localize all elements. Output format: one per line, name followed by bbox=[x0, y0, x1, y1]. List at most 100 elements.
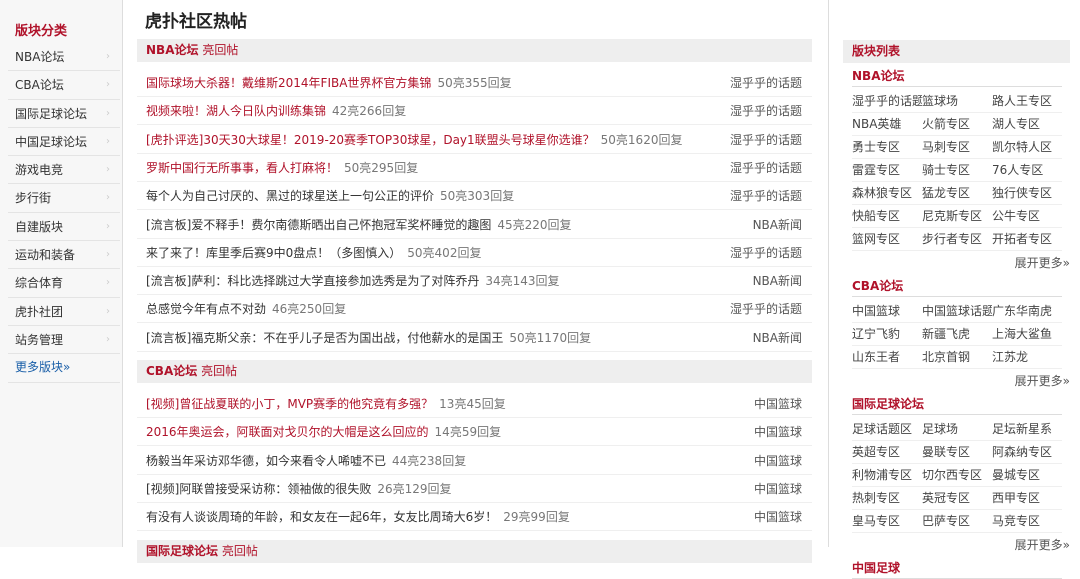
sidebar-item[interactable]: NBA论坛 › bbox=[8, 43, 120, 72]
board-link[interactable]: 湿乎乎的话题 bbox=[852, 90, 922, 112]
board-link[interactable]: 森林狼专区 bbox=[852, 182, 922, 204]
post-title-link[interactable]: 杨毅当年采访邓华德，如今来看令人唏嘘不已 bbox=[146, 454, 386, 468]
board-link[interactable]: 巴萨专区 bbox=[922, 510, 992, 532]
post-source-link[interactable]: 湿乎乎的话题 bbox=[730, 154, 802, 181]
post-title-link[interactable]: [视频]阿联曾接受采访称：领袖做的很失败 bbox=[146, 482, 371, 496]
board-link[interactable]: 独行侠专区 bbox=[992, 182, 1062, 204]
board-link[interactable]: 阿森纳专区 bbox=[992, 441, 1062, 463]
board-link[interactable]: 山东王者 bbox=[852, 346, 922, 368]
expand-more-link[interactable]: 展开更多» bbox=[1015, 536, 1070, 553]
board-link[interactable]: 路人王专区 bbox=[992, 90, 1062, 112]
post-title-link[interactable]: 视频来啦！湖人今日队内训练集锦 bbox=[146, 104, 326, 118]
forum-heading[interactable]: 中国足球 bbox=[852, 559, 1062, 579]
board-link[interactable]: 北京首钢 bbox=[922, 346, 992, 368]
post-source-link[interactable]: NBA新闻 bbox=[753, 211, 802, 238]
section-header[interactable]: NBA论坛 亮回帖 bbox=[137, 39, 812, 62]
board-link[interactable]: 公牛专区 bbox=[992, 205, 1062, 227]
board-link[interactable]: 马竞专区 bbox=[992, 510, 1062, 532]
board-link[interactable]: 曼联专区 bbox=[922, 441, 992, 463]
post-title-link[interactable]: [流言板]萨利：科比选择跳过大学直接参加选秀是为了对阵乔丹 bbox=[146, 274, 479, 288]
post-source-link[interactable]: 湿乎乎的话题 bbox=[730, 126, 802, 153]
board-link[interactable]: 中国篮球话题 bbox=[922, 300, 992, 322]
board-link[interactable]: NBA英雄 bbox=[852, 113, 922, 135]
board-link[interactable]: 尼克斯专区 bbox=[922, 205, 992, 227]
sidebar-item[interactable]: CBA论坛 › bbox=[8, 71, 120, 100]
section-forum-name[interactable]: 国际足球论坛 bbox=[146, 544, 218, 558]
board-link[interactable]: 足球话题区 bbox=[852, 418, 922, 440]
post-title-link[interactable]: 总感觉今年有点不对劲 bbox=[146, 302, 266, 316]
post-title-link[interactable]: 来了来了！库里季后赛9中0盘点！（多图慎入） bbox=[146, 246, 401, 260]
board-link[interactable]: 雷霆专区 bbox=[852, 159, 922, 181]
board-link[interactable]: 快船专区 bbox=[852, 205, 922, 227]
board-link[interactable]: 新疆飞虎 bbox=[922, 323, 992, 345]
board-link[interactable]: 利物浦专区 bbox=[852, 464, 922, 486]
post-source-link[interactable]: 湿乎乎的话题 bbox=[730, 295, 802, 322]
board-link[interactable]: 皇马专区 bbox=[852, 510, 922, 532]
post-source-link[interactable]: 湿乎乎的话题 bbox=[730, 239, 802, 266]
board-link[interactable]: 湖人专区 bbox=[992, 113, 1062, 135]
sidebar-item[interactable]: 站务管理 › bbox=[8, 326, 120, 355]
post-source-link[interactable]: 湿乎乎的话题 bbox=[730, 69, 802, 96]
more-boards-link[interactable]: 更多版块» bbox=[8, 354, 120, 383]
post-title-link[interactable]: [流言板]爱不释手！费尔南德斯晒出自己怀抱冠军奖杯睡觉的趣图 bbox=[146, 218, 491, 232]
sidebar-item[interactable]: 中国足球论坛 › bbox=[8, 128, 120, 157]
post-source-link[interactable]: 中国篮球 bbox=[754, 475, 802, 502]
sidebar-item[interactable]: 游戏电竞 › bbox=[8, 156, 120, 185]
post-title-link[interactable]: 有没有人谈谈周琦的年龄，和女友在一起6年，女友比周琦大6岁！ bbox=[146, 510, 497, 524]
section-forum-name[interactable]: CBA论坛 bbox=[146, 364, 197, 378]
board-link[interactable]: 广东华南虎 bbox=[992, 300, 1062, 322]
board-link[interactable]: 辽宁飞豹 bbox=[852, 323, 922, 345]
board-link[interactable]: 英超专区 bbox=[852, 441, 922, 463]
board-link[interactable]: 英冠专区 bbox=[922, 487, 992, 509]
post-source-link[interactable]: NBA新闻 bbox=[753, 324, 802, 351]
post-source-link[interactable]: 湿乎乎的话题 bbox=[730, 97, 802, 124]
forum-heading[interactable]: NBA论坛 bbox=[852, 67, 1062, 87]
forum-heading[interactable]: 国际足球论坛 bbox=[852, 395, 1062, 415]
board-link[interactable]: 江苏龙 bbox=[992, 346, 1062, 368]
board-link[interactable]: 骑士专区 bbox=[922, 159, 992, 181]
board-link[interactable]: 篮网专区 bbox=[852, 228, 922, 250]
post-title-link[interactable]: 每个人为自己讨厌的、黑过的球星送上一句公正的评价 bbox=[146, 189, 434, 203]
board-link[interactable]: 勇士专区 bbox=[852, 136, 922, 158]
sidebar-item[interactable]: 虎扑社团 › bbox=[8, 298, 120, 326]
board-link[interactable]: 足球场 bbox=[922, 418, 992, 440]
sidebar-item[interactable]: 综合体育 › bbox=[8, 269, 120, 298]
post-title-link[interactable]: [视频]曾征战夏联的小丁，MVP赛季的他究竟有多强？ bbox=[146, 397, 433, 411]
board-link[interactable]: 切尔西专区 bbox=[922, 464, 992, 486]
board-link[interactable]: 猛龙专区 bbox=[922, 182, 992, 204]
sidebar-item[interactable]: 步行街 › bbox=[8, 184, 120, 213]
post-title-link[interactable]: [流言板]福克斯父亲：不在乎儿子是否为国出战，付他薪水的是国王 bbox=[146, 331, 503, 345]
board-link[interactable]: 曼城专区 bbox=[992, 464, 1062, 486]
section-header[interactable]: CBA论坛 亮回帖 bbox=[137, 360, 812, 383]
post-title-link[interactable]: 国际球场大杀器！戴维斯2014年FIBA世界杯官方集锦 bbox=[146, 76, 431, 90]
post-source-link[interactable]: 中国篮球 bbox=[754, 390, 802, 417]
sidebar-item[interactable]: 自建版块 › bbox=[8, 213, 120, 242]
post-title-link[interactable]: 2016年奥运会，阿联面对戈贝尔的大帽是这么回应的 bbox=[146, 425, 429, 439]
section-forum-name[interactable]: NBA论坛 bbox=[146, 43, 198, 57]
board-link[interactable]: 凯尔特人区 bbox=[992, 136, 1062, 158]
post-title-link[interactable]: [虎扑评选]30天30大球星！2019-20赛季TOP30球星，Day1联盟头号… bbox=[146, 133, 595, 147]
board-link[interactable]: 火箭专区 bbox=[922, 113, 992, 135]
board-link[interactable]: 上海大鲨鱼 bbox=[992, 323, 1062, 345]
forum-heading[interactable]: CBA论坛 bbox=[852, 277, 1062, 297]
board-link[interactable]: 西甲专区 bbox=[992, 487, 1062, 509]
post-source-link[interactable]: NBA新闻 bbox=[753, 267, 802, 294]
board-link[interactable]: 步行者专区 bbox=[922, 228, 992, 250]
board-link[interactable]: 76人专区 bbox=[992, 159, 1062, 181]
expand-more-link[interactable]: 展开更多» bbox=[1015, 254, 1070, 271]
post-source-link[interactable]: 中国篮球 bbox=[754, 447, 802, 474]
board-link[interactable]: 中国篮球 bbox=[852, 300, 922, 322]
post-source-link[interactable]: 湿乎乎的话题 bbox=[730, 182, 802, 209]
post-source-link[interactable]: 中国篮球 bbox=[754, 418, 802, 445]
post-source-link[interactable]: 中国篮球 bbox=[754, 503, 802, 530]
board-link[interactable]: 足坛新星系 bbox=[992, 418, 1062, 440]
board-link[interactable]: 马刺专区 bbox=[922, 136, 992, 158]
section-header[interactable]: 国际足球论坛 亮回帖 bbox=[137, 540, 812, 563]
board-link[interactable]: 热刺专区 bbox=[852, 487, 922, 509]
sidebar-item[interactable]: 运动和装备 › bbox=[8, 241, 120, 270]
board-link[interactable]: 开拓者专区 bbox=[992, 228, 1062, 250]
expand-more-link[interactable]: 展开更多» bbox=[1015, 372, 1070, 389]
sidebar-item[interactable]: 国际足球论坛 › bbox=[8, 100, 120, 128]
board-link[interactable]: 篮球场 bbox=[922, 90, 992, 112]
post-title-link[interactable]: 罗斯中国行无所事事，看人打麻将！ bbox=[146, 161, 338, 175]
